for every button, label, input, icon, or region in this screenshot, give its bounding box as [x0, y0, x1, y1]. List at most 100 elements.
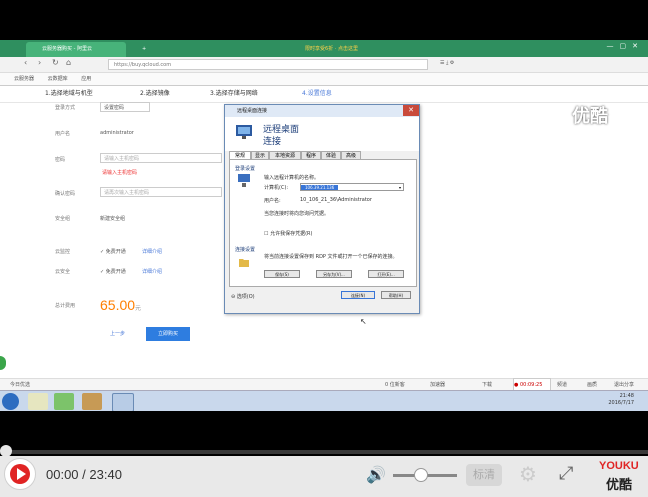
- step-3[interactable]: 3.选择存储与网络: [210, 86, 258, 102]
- step-1[interactable]: 1.选择地域与机型: [45, 86, 93, 102]
- monitor-checkbox[interactable]: ✓ 免费开通: [100, 248, 126, 255]
- chevron-down-icon[interactable]: ▾: [399, 184, 401, 192]
- clock-time: 21:48: [619, 393, 634, 399]
- form-label: 确认密码: [55, 191, 76, 197]
- bookmark-item[interactable]: 云数据库: [48, 76, 68, 82]
- windows-start-icon[interactable]: [2, 393, 19, 410]
- monitor-detail-link[interactable]: 详细介绍: [142, 248, 162, 255]
- explorer-icon[interactable]: [28, 393, 48, 410]
- form-label: 登录方式: [55, 105, 76, 111]
- arrow-right-icon[interactable]: ›: [38, 58, 41, 67]
- price-label: 总计费用: [55, 303, 76, 309]
- clock-date: 2016/7/17: [608, 400, 634, 406]
- options-toggle[interactable]: ⊖ 选项(O): [231, 293, 255, 300]
- browser-extensions[interactable]: ☰ ⤓ ⚙: [440, 60, 454, 66]
- form-label: 用户名: [55, 131, 71, 137]
- play-button[interactable]: [4, 458, 36, 490]
- remote-desktop-icon[interactable]: [112, 393, 134, 411]
- arrow-left-icon[interactable]: ‹: [24, 58, 27, 67]
- security-group-option[interactable]: 新建安全组: [100, 215, 125, 222]
- play-icon: [10, 464, 30, 484]
- bookmark-item[interactable]: 应用: [81, 76, 91, 82]
- save-button[interactable]: 保存(S): [264, 270, 300, 278]
- username-value: administrator: [100, 130, 134, 136]
- prev-button[interactable]: 上一步: [110, 330, 125, 337]
- video-frame[interactable]: 云服务器购买 - 阿里云 + 限时享受6折 · 点击这里 —▢✕ ‹ › ↻ ⌂…: [0, 40, 648, 411]
- youku-logo[interactable]: YOUKU: [599, 460, 639, 472]
- user-value: 10_106_21_36\Administrator: [300, 197, 372, 203]
- save-hint: 当您连接时将向您询问凭据。: [264, 211, 330, 217]
- mouse-cursor-icon: ↖: [360, 317, 367, 326]
- time-current: 00:00: [46, 467, 79, 482]
- user-label: 用户名:: [264, 198, 281, 204]
- conn-hint: 将当前连接设置保存到 RDP 文件或打开一个已保存的连接。: [264, 254, 398, 260]
- refresh-icon[interactable]: ↻: [52, 58, 59, 67]
- save-as-button[interactable]: 另存为(V)...: [316, 270, 352, 278]
- taskbar-clock[interactable]: 21:48 2016/7/17: [608, 393, 634, 407]
- time-separator: /: [78, 467, 90, 482]
- monitor-icon: [236, 125, 252, 139]
- price-value: 65.00: [100, 297, 136, 313]
- open-button[interactable]: 打开(E)...: [368, 270, 404, 278]
- login-hint: 输入远程计算机的名称。: [264, 175, 320, 181]
- url-input[interactable]: https://buy.qcloud.com: [108, 59, 428, 70]
- windows-taskbar: 21:48 2016/7/17: [0, 390, 648, 411]
- login-method-option[interactable]: 设置密码: [100, 102, 150, 112]
- remember-checkbox[interactable]: ☐ 允许我保存凭据(R): [264, 230, 312, 237]
- buy-now-button[interactable]: 立即购买: [146, 327, 190, 341]
- security-detail-link[interactable]: 详细介绍: [142, 268, 162, 275]
- time-display: 00:00 / 23:40: [46, 467, 122, 482]
- purchase-steps: 1.选择地域与机型 2.选择镜像 3.选择存储与网络 4.设置信息: [0, 86, 648, 103]
- security-checkbox[interactable]: ✓ 免费开通: [100, 268, 126, 275]
- folder-icon: [239, 259, 249, 267]
- volume-icon[interactable]: 🔊: [366, 465, 386, 484]
- home-icon[interactable]: ⌂: [66, 58, 71, 67]
- youku-watermark: 优酷: [572, 106, 608, 127]
- bookmarks-bar: 云服务器 云数据库 应用: [0, 73, 648, 86]
- form-label: 云安全: [55, 269, 71, 275]
- player-controls: 00:00 / 23:40 🔊 标清 ⚙ ⤢ YOUKU 优酷: [0, 456, 648, 497]
- computer-select[interactable]: 106.39.21.136 ▾: [300, 183, 404, 191]
- computer-value: 106.39.21.136: [301, 185, 339, 190]
- price-unit: 元: [135, 306, 142, 312]
- app-icon[interactable]: [82, 393, 102, 410]
- youku-logo-text: 优酷: [606, 478, 633, 493]
- dialog-header: 远程桌面 连接: [225, 117, 419, 151]
- confirm-password-field[interactable]: 请再次输入主机密码: [100, 187, 222, 197]
- computer-label: 计算机(C):: [264, 185, 289, 191]
- status-left[interactable]: 今日优选: [10, 382, 30, 388]
- quality-button[interactable]: 标清: [466, 464, 502, 486]
- remote-desktop-dialog: 远程桌面连接 ✕ 远程桌面 连接 常规 显示 本地资源 程序 体验 高级 登录设…: [224, 104, 420, 314]
- dialog-title: 远程桌面连接: [225, 105, 419, 117]
- step-2[interactable]: 2.选择镜像: [140, 86, 170, 102]
- fullscreen-icon[interactable]: ⤢: [559, 463, 573, 484]
- tab-promo-text: 限时享受6折 · 点击这里: [305, 46, 358, 52]
- close-icon[interactable]: ✕: [403, 105, 419, 116]
- dialog-heading: 连接: [263, 137, 282, 147]
- password-error: 请输入主机密码: [102, 170, 138, 176]
- browser-tab[interactable]: 云服务器购买 - 阿里云: [26, 42, 126, 57]
- bookmark-item[interactable]: 云服务器: [14, 76, 34, 82]
- connect-button[interactable]: 连接(N): [341, 291, 375, 299]
- conn-group-label: 连接设置: [235, 247, 256, 253]
- password-field[interactable]: 请输入主机密码: [100, 153, 222, 163]
- window-controls[interactable]: —▢✕: [607, 42, 644, 50]
- browser-icon[interactable]: [54, 393, 74, 410]
- form-label: 安全组: [55, 216, 71, 222]
- gear-icon[interactable]: ⚙: [519, 462, 537, 486]
- tab-panel: 登录设置 输入远程计算机的名称。 计算机(C): 106.39.21.136 ▾…: [229, 159, 417, 287]
- browser-tab-bar: 云服务器购买 - 阿里云 + 限时享受6折 · 点击这里 —▢✕: [0, 40, 648, 57]
- total-price: 65.00元: [100, 297, 141, 313]
- options-label: 选项(O): [236, 294, 255, 300]
- step-4[interactable]: 4.设置信息: [302, 86, 332, 102]
- volume-handle[interactable]: [414, 468, 428, 482]
- form-label: 密码: [55, 157, 66, 163]
- time-total: 23:40: [89, 467, 122, 482]
- progress-bar[interactable]: [0, 450, 648, 454]
- help-button[interactable]: 帮助(H): [381, 291, 411, 299]
- new-tab-button[interactable]: +: [126, 42, 146, 57]
- timer-value: 00:09:25: [519, 382, 543, 388]
- security-value: 免费开通: [105, 269, 126, 275]
- monitor-value: 免费开通: [105, 249, 126, 255]
- login-group-label: 登录设置: [235, 166, 256, 172]
